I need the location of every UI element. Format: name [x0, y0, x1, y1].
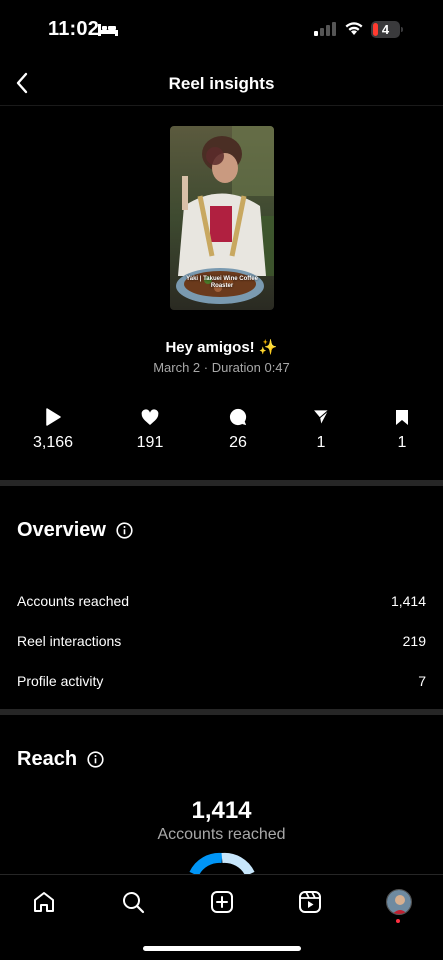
tab-reels[interactable] [295, 887, 325, 917]
info-icon[interactable] [87, 751, 104, 768]
likes-count: 191 [136, 434, 164, 451]
row-value: 7 [418, 673, 426, 689]
bookmark-icon [396, 409, 408, 425]
sleep-focus-icon [98, 24, 118, 36]
comments-count: 26 [229, 434, 247, 451]
play-icon [46, 408, 61, 426]
profile-avatar [386, 889, 412, 915]
row-value: 1,414 [390, 593, 426, 609]
shares-stat: 1 [286, 406, 356, 452]
row-label: Accounts reached [17, 593, 130, 609]
overview-row-profile-activity[interactable]: Profile activity 7 [17, 673, 426, 689]
tab-home[interactable] [29, 887, 59, 917]
share-icon [312, 409, 330, 426]
tab-search[interactable] [118, 887, 148, 917]
notification-dot [396, 919, 400, 923]
reach-title-text: Reach [17, 748, 78, 770]
tab-profile[interactable] [384, 887, 414, 917]
battery-indicator: 4 [371, 21, 404, 38]
reach-label: Accounts reached [157, 826, 286, 843]
saves-count: 1 [397, 434, 407, 451]
tab-create[interactable] [207, 887, 237, 917]
page-title: Reel insights [168, 74, 275, 93]
status-bar: 11:02 4 [0, 0, 443, 60]
battery-level: 4 [381, 22, 390, 37]
create-icon [211, 891, 233, 913]
home-icon [34, 892, 54, 912]
reach-donut-chart [189, 852, 255, 874]
reach-title: Reach [17, 748, 104, 771]
row-value: 219 [402, 633, 426, 649]
saves-stat: 1 [367, 406, 437, 452]
reel-meta: March 2 · Duration 0:47 [153, 360, 290, 375]
header: Reel insights [0, 60, 443, 106]
reel-thumbnail[interactable]: Yaki | Takuei Wine Coffee Roaster [170, 126, 274, 310]
info-icon[interactable] [116, 522, 133, 539]
signal-icon [314, 22, 336, 36]
row-label: Reel interactions [17, 633, 122, 649]
overview-title: Overview [17, 519, 133, 542]
overview-row-reel-interactions[interactable]: Reel interactions 219 [17, 633, 426, 649]
status-time: 11:02 [48, 18, 100, 40]
section-divider [0, 480, 443, 486]
heart-icon [141, 408, 159, 425]
section-divider [0, 709, 443, 715]
thumbnail-caption: Yaki | Takuei Wine Coffee Roaster [186, 276, 258, 289]
plays-stat: 3,166 [18, 406, 88, 452]
comments-stat: 26 [203, 406, 273, 452]
shares-count: 1 [316, 434, 326, 451]
search-icon [123, 892, 145, 914]
likes-stat: 191 [115, 406, 185, 452]
plays-count: 3,166 [32, 434, 74, 451]
overview-row-accounts-reached[interactable]: Accounts reached 1,414 [17, 593, 426, 609]
reach-value: 1,414 [191, 797, 252, 824]
home-indicator [143, 946, 301, 951]
reel-title: Hey amigos! ✨ [165, 339, 278, 356]
reels-icon [299, 891, 321, 913]
row-label: Profile activity [17, 673, 104, 689]
overview-title-text: Overview [17, 519, 106, 541]
wifi-icon [345, 22, 363, 35]
comment-icon [229, 408, 247, 426]
